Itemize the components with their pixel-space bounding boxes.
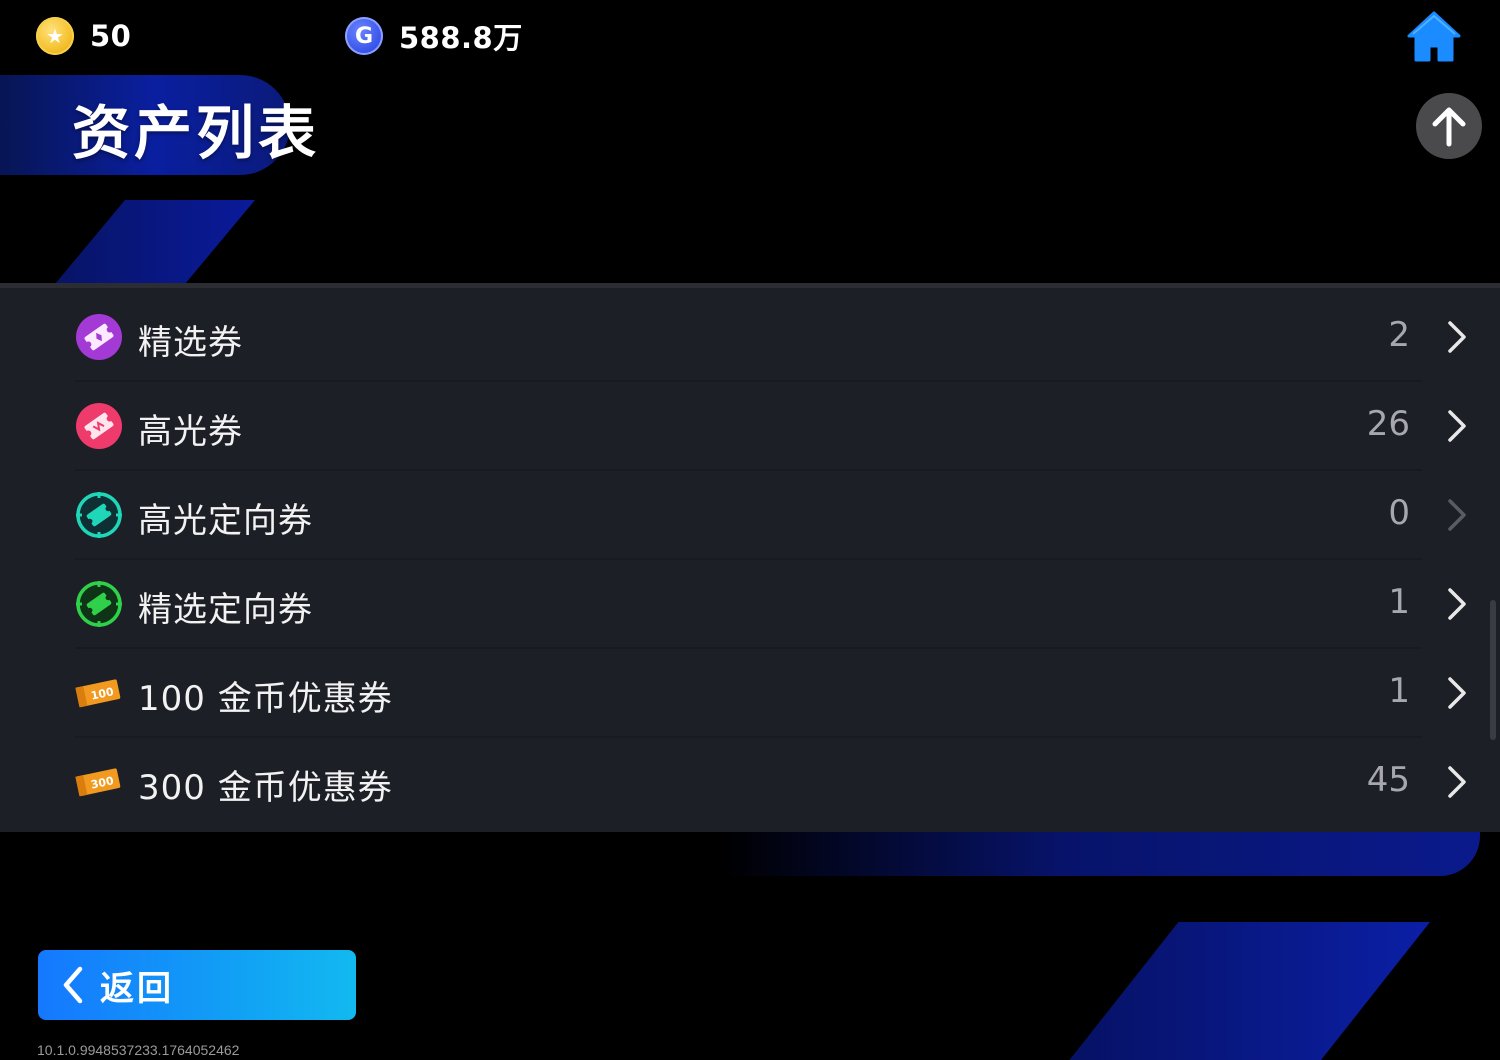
chevron-right-icon [1448, 766, 1466, 798]
g-coin-value: 588.8万 [399, 21, 523, 55]
list-item-label: 100 金币优惠券 [138, 679, 393, 719]
coupon-100-icon: 100 [75, 679, 121, 708]
list-item-label: 300 金币优惠券 [138, 768, 393, 808]
home-button[interactable] [1405, 10, 1463, 64]
arrow-up-icon [1432, 107, 1466, 147]
slash-decoration-top [55, 200, 255, 284]
list-item-featured-target-ticket[interactable]: 精选定向券 1 [0, 560, 1500, 649]
chevron-right-icon [1448, 410, 1466, 442]
list-item-count: 26 [1366, 404, 1410, 444]
list-item-count: 1 [1388, 582, 1410, 622]
home-icon [1407, 11, 1461, 62]
coupon-300-icon: 300 [75, 768, 121, 797]
list-item-featured-ticket[interactable]: 精选券 2 [0, 293, 1500, 382]
asset-list: 精选券 2 高光券 26 高光定向券 0 精选定向券 1 100 100 金币优… [0, 283, 1500, 832]
g-coin-icon: G [345, 17, 383, 55]
gold-coin-balance: ★ 50 [36, 14, 131, 58]
chevron-left-icon [63, 966, 83, 1004]
list-item-highlight-ticket[interactable]: 高光券 26 [0, 382, 1500, 471]
list-item-count: 1 [1388, 671, 1410, 711]
chevron-right-icon [1448, 321, 1466, 353]
highlight-ticket-icon [76, 403, 122, 449]
star-coin-icon: ★ [36, 17, 74, 55]
list-item-label: 精选定向券 [138, 590, 313, 630]
list-item-label: 精选券 [138, 323, 243, 363]
list-item-label: 高光券 [138, 412, 243, 452]
highlight-target-ticket-icon [76, 492, 122, 538]
featured-ticket-icon [76, 314, 122, 360]
g-coin-balance: G 588.8万 [345, 14, 523, 58]
back-button[interactable]: 返回 [38, 950, 356, 1020]
version-text: 10.1.0.9948537233.1764052462 [37, 1042, 240, 1058]
list-scrollbar[interactable] [1490, 600, 1496, 740]
chevron-right-icon [1448, 677, 1466, 709]
asset-list-page: ★ 50 G 588.8万 资产列表 精选券 2 高光券 26 高光定向券 0 … [0, 0, 1500, 1060]
slash-decoration-bottom [1060, 922, 1430, 1060]
chevron-right-icon [1448, 588, 1466, 620]
list-item-coupon-100[interactable]: 100 100 金币优惠券 1 [0, 649, 1500, 738]
list-item-label: 高光定向券 [138, 501, 313, 541]
featured-target-ticket-icon [76, 581, 122, 627]
gold-coin-value: 50 [90, 19, 132, 53]
page-title: 资产列表 [72, 99, 321, 167]
back-button-label: 返回 [100, 968, 174, 1009]
list-item-count: 2 [1388, 315, 1410, 355]
scroll-top-button[interactable] [1416, 93, 1482, 159]
list-item-coupon-300[interactable]: 300 300 金币优惠券 45 [0, 738, 1500, 827]
list-item-highlight-target-ticket[interactable]: 高光定向券 0 [0, 471, 1500, 560]
list-item-count: 0 [1388, 493, 1410, 533]
band-decoration-bottom [720, 832, 1480, 876]
list-item-count: 45 [1366, 760, 1410, 800]
chevron-right-icon [1448, 499, 1466, 531]
